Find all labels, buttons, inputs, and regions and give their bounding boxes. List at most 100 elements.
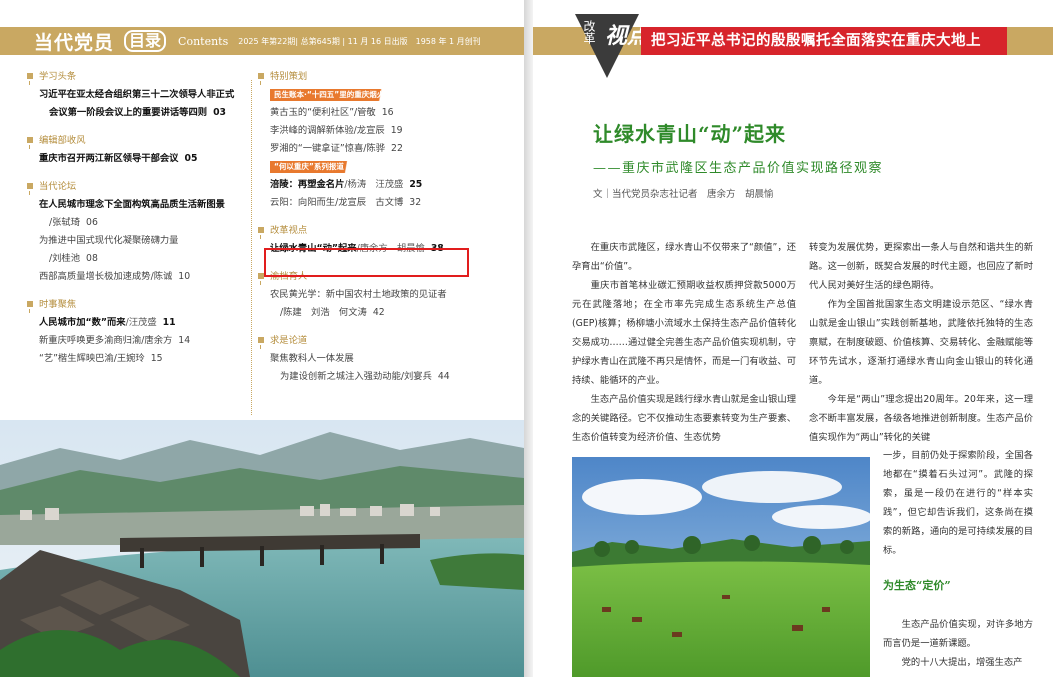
toc-section: 编辑部收风重庆市召开两江新区领导干部会议 05 [27, 132, 249, 168]
toc-entry[interactable]: 云阳：向阳而生/龙宣辰 古文博 32 [258, 194, 518, 212]
article-byline: 文｜当代党员杂志社记者 唐余方 胡晨愉 [593, 189, 774, 200]
toc-page-number: 11 [162, 317, 176, 328]
toc-entry[interactable]: 在人民城市理念下全面构筑高品质生活新图景 [27, 196, 249, 214]
book-spine [524, 0, 533, 677]
toc-entry[interactable]: 涪陵：再塑金名片/杨涛 汪茂盛 25 [258, 176, 518, 194]
toc-entry[interactable]: 为建设创新之城注入强劲动能/刘宴兵 44 [258, 368, 518, 386]
toc-column-1: 学习头条习近平在亚太经合组织第三十二次领导人非正式会议第一阶段会议上的重要讲话等… [27, 68, 249, 378]
toc-entry-title: 为建设创新之城注入强劲动能/刘宴兵 [280, 371, 432, 382]
toc-entry[interactable]: 西部高质量增长极加速成势/陈诚 10 [27, 268, 249, 286]
toc-entry[interactable]: 聚焦教科人一体发展 [258, 350, 518, 368]
toc-entry-title: /刘桂池 [49, 253, 81, 264]
section-heading: 为生态“定价” [883, 579, 951, 592]
toc-entry-title: 新重庆呼唤更多渝商归渝/唐余方 [39, 335, 173, 346]
toc-entry[interactable]: 为推进中国式现代化凝聚磅礴力量 [27, 232, 249, 250]
toc-section-heading: 特别策划 [258, 68, 518, 86]
toc-entry-author: /汪茂盛 [125, 317, 157, 328]
toc-entry-author: /杨涛 汪茂盛 [344, 179, 404, 190]
toc-page-number: 03 [213, 107, 227, 118]
grassland-illustration [572, 457, 870, 677]
toc-entry-title: 在人民城市理念下全面构筑高品质生活新图景 [39, 199, 225, 210]
toc-section: 求是论道聚焦教科人一体发展为建设创新之城注入强劲动能/刘宴兵 44 [258, 332, 518, 386]
paragraph: 转变为发展优势，更探索出一条人与自然和谐共生的新路。这一创新，既契合发展的时代主… [809, 242, 1033, 291]
toc-entry-title: 西部高质量增长极加速成势/陈诚 [39, 271, 173, 282]
banner-slogan: 把习近平总书记的殷殷嘱托全面落实在重庆大地上 [641, 27, 1007, 55]
toc-entry[interactable]: 李洪峰的调解新体验/龙宣辰 19 [258, 122, 518, 140]
toc-entry[interactable]: 人民城市加“数”而来/汪茂盛 11 [27, 314, 249, 332]
toc-entry[interactable]: “艺”楷生辉映巴渝/王婉玲 15 [27, 350, 249, 368]
toc-section: 时事聚焦人民城市加“数”而来/汪茂盛 11 新重庆呼唤更多渝商归渝/唐余方 14 “艺”… [27, 296, 249, 368]
toc-entry-title: 聚焦教科人一体发展 [270, 353, 354, 364]
paragraph: 生态产品价值实现是践行绿水青山就是金山银山理念的关键路径。它不仅推动生态要素转变… [572, 394, 796, 443]
toc-entry[interactable]: 重庆市召开两江新区领导干部会议 05 [27, 150, 249, 168]
toc-page-number: 44 [437, 371, 450, 382]
toc-page-number: 05 [184, 153, 198, 164]
toc-entry-title: 人民城市加“数”而来 [39, 317, 126, 328]
river-town-illustration [0, 420, 524, 677]
toc-entry-title: “艺”楷生辉映巴渝/王婉玲 [39, 353, 145, 364]
toc-entry-title: 涪陵：再塑金名片 [270, 179, 345, 190]
issue-info: 2025 年第22期| 总第645期 | 11 月 16 日出版 1958 年 … [238, 36, 481, 46]
article-column-4: 生态产品价值实现，对许多地方而言仍是一道新课题。 党的十八大提出，增强生态产 [883, 615, 1033, 672]
column-divider [251, 80, 252, 415]
toc-page-number: 14 [178, 335, 191, 346]
toc-section-heading: 编辑部收风 [27, 132, 249, 150]
paragraph: 作为全国首批国家生态文明建设示范区、“绿水青山就是金山银山”实践创新基地，武隆依… [809, 299, 1033, 386]
toc-section: 特别策划 民生账本·“十四五”里的重庆烟火 黄古玉的“便利社区”/管敬 16 李洪峰的调… [258, 68, 518, 212]
toc-page-number: 32 [409, 197, 422, 208]
toc-page-number: 25 [409, 179, 423, 190]
toc-entry-title: 黄古玉的“便利社区”/管敬 [270, 107, 376, 118]
grassland-photo [572, 457, 870, 677]
toc-section: 学习头条习近平在亚太经合组织第三十二次领导人非正式会议第一阶段会议上的重要讲话等… [27, 68, 249, 122]
toc-page-number: 08 [86, 253, 98, 264]
toc-section-heading: 求是论道 [258, 332, 518, 350]
paragraph: 党的十八大提出，增强生态产 [901, 657, 1023, 668]
highlight-box [264, 248, 469, 277]
toc-entry[interactable]: /陈建 刘浩 何文涛 42 [258, 304, 518, 322]
paragraph: 重庆市首笔林业碳汇预期收益权质押贷款5000万元在武隆落地；在全市率先完成生态系… [572, 280, 796, 386]
paragraph: 生态产品价值实现，对许多地方而言仍是一道新课题。 [883, 619, 1033, 649]
article-subtitle: ——重庆市武隆区生态产品价值实现路径观察 [593, 161, 884, 176]
paragraph: 今年是“两山”理念提出20周年。20年来，这一理念不断丰富发展，各级各地推进创新… [809, 394, 1033, 443]
toc-entry[interactable]: 会议第一阶段会议上的重要讲话等四则 03 [27, 104, 249, 122]
toc-entry[interactable]: 习近平在亚太经合组织第三十二次领导人非正式 [27, 86, 249, 104]
toc-page-number: 22 [391, 143, 403, 154]
article-column-2: 转变为发展优势，更探索出一条人与自然和谐共生的新路。这一创新，既契合发展的时代主… [809, 238, 1033, 447]
toc-entry[interactable]: 新重庆呼唤更多渝商归渝/唐余方 14 [27, 332, 249, 350]
toc-entry[interactable]: 农民黄光学：新中国农村土地政策的见证者 [258, 286, 518, 304]
toc-entry[interactable]: 黄古玉的“便利社区”/管敬 16 [258, 104, 518, 122]
article-column-3: 一步，目前仍处于探索阶段，全国各地都在“摸着石头过河”。武隆的探索，虽是一段仍在… [883, 446, 1033, 560]
toc-column-2: 特别策划 民生账本·“十四五”里的重庆烟火 黄古玉的“便利社区”/管敬 16 李洪峰的调… [258, 68, 518, 396]
toc-label: 目录 [124, 30, 167, 52]
toc-entry-title: 罗湘的“一键拿证”惊喜/陈骅 [270, 143, 386, 154]
toc-page-number: 10 [178, 271, 191, 282]
contents-label: Contents [178, 34, 229, 48]
toc-banner: 当代党员 目录 Contents 2025 年第22期| 总第645期 | 11… [0, 27, 524, 55]
paragraph: 一步，目前仍处于探索阶段，全国各地都在“摸着石头过河”。武隆的探索，虽是一段仍在… [883, 450, 1033, 556]
toc-page-number: 16 [381, 107, 394, 118]
magazine-masthead: 当代党员 [34, 31, 115, 54]
toc-section-heading: 当代论坛 [27, 178, 249, 196]
toc-entry[interactable]: /刘桂池 08 [27, 250, 249, 268]
toc-page-number: 19 [390, 125, 403, 136]
toc-entry-title: 李洪峰的调解新体验/龙宣辰 [270, 125, 385, 136]
toc-section: 当代论坛在人民城市理念下全面构筑高品质生活新图景/张轼琦 06 为推进中国式现代化凝… [27, 178, 249, 286]
toc-entry-title: 重庆市召开两江新区领导干部会议 [39, 153, 179, 164]
article-page: 改革 视点 把习近平总书记的殷殷嘱托全面落实在重庆大地上 让绿水青山“动”起来 … [533, 0, 1053, 677]
toc-entry[interactable]: 罗湘的“一键拿证”惊喜/陈骅 22 [258, 140, 518, 158]
toc-entry-title: 习近平在亚太经合组织第三十二次领导人非正式 [39, 89, 235, 100]
toc-entry-title: 会议第一阶段会议上的重要讲话等四则 [49, 107, 208, 118]
series-tag: “何以重庆”系列报道 [270, 161, 358, 173]
toc-page-number: 42 [372, 307, 385, 318]
toc-entry-title: /陈建 刘浩 何文涛 [280, 307, 367, 318]
toc-section-heading: 学习头条 [27, 68, 249, 86]
toc-entry-title: /张轼琦 [49, 217, 81, 228]
toc-page: 当代党员 目录 Contents 2025 年第22期| 总第645期 | 11… [0, 0, 524, 677]
toc-section-heading: 时事聚焦 [27, 296, 249, 314]
paragraph: 在重庆市武隆区，绿水青山不仅带来了“颜值”，还孕育出“价值”。 [572, 242, 796, 272]
toc-entry[interactable]: /张轼琦 06 [27, 214, 249, 232]
toc-page-number: 15 [150, 353, 163, 364]
river-town-photo [0, 420, 524, 677]
toc-page-number: 06 [86, 217, 98, 228]
toc-entry-title: 农民黄光学：新中国农村土地政策的见证者 [270, 289, 447, 300]
